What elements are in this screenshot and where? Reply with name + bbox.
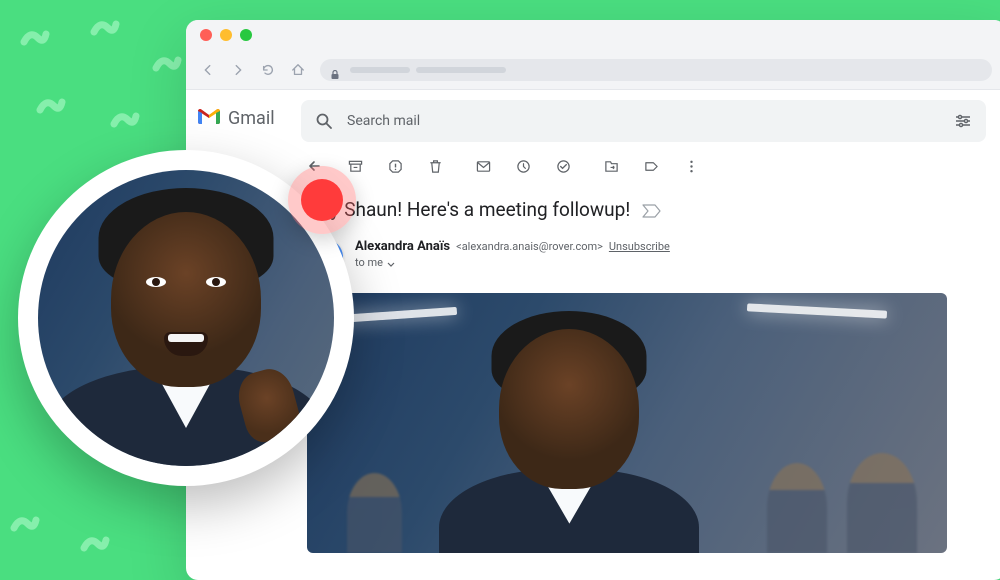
toolbar-label-icon[interactable]: [643, 158, 659, 174]
recipient-expand-icon[interactable]: [387, 259, 395, 267]
toolbar-delete-icon[interactable]: [427, 158, 443, 174]
url-bar[interactable]: [320, 59, 992, 81]
window-close-button[interactable]: [200, 29, 212, 41]
importance-marker-icon[interactable]: [642, 203, 662, 217]
record-indicator-icon: [301, 179, 343, 221]
nav-home-icon[interactable]: [290, 62, 306, 78]
lock-icon: [330, 65, 340, 75]
unsubscribe-link[interactable]: Unsubscribe: [609, 240, 670, 253]
toolbar-snooze-icon[interactable]: [515, 158, 531, 174]
sender-row: Alexandra Anaïs <alexandra.anais@rover.c…: [301, 229, 986, 285]
email-toolbar: [301, 142, 986, 190]
window-titlebar: [186, 20, 1000, 50]
gmail-main: Search mail: [301, 90, 1000, 580]
subject-row: Hey Shaun! Here's a meeting followup!: [301, 190, 986, 229]
toolbar-spam-icon[interactable]: [387, 158, 403, 174]
sender-email: <alexandra.anais@rover.com>: [456, 240, 603, 253]
record-button[interactable]: [288, 166, 356, 234]
recipient-label: to me: [355, 256, 383, 269]
toolbar-addtask-icon[interactable]: [555, 158, 571, 174]
window-minimize-button[interactable]: [220, 29, 232, 41]
gmail-logo-icon: [198, 108, 220, 124]
search-placeholder: Search mail: [347, 113, 940, 129]
gmail-logo-text: Gmail: [228, 108, 275, 129]
webcam-video: [38, 170, 334, 466]
browser-nav-bar: [186, 50, 1000, 90]
sender-name: Alexandra Anaïs: [355, 239, 450, 254]
toolbar-markunread-icon[interactable]: [475, 158, 491, 174]
nav-forward-icon[interactable]: [230, 62, 246, 78]
toolbar-archive-icon[interactable]: [347, 158, 363, 174]
search-bar[interactable]: Search mail: [301, 100, 986, 142]
search-tune-icon[interactable]: [954, 112, 972, 130]
toolbar-moveto-icon[interactable]: [603, 158, 619, 174]
nav-back-icon[interactable]: [200, 62, 216, 78]
toolbar-more-icon[interactable]: [683, 158, 699, 174]
email-video-thumbnail[interactable]: [307, 293, 947, 553]
search-icon: [315, 112, 333, 130]
window-maximize-button[interactable]: [240, 29, 252, 41]
url-placeholder: [350, 67, 506, 73]
nav-reload-icon[interactable]: [260, 62, 276, 78]
